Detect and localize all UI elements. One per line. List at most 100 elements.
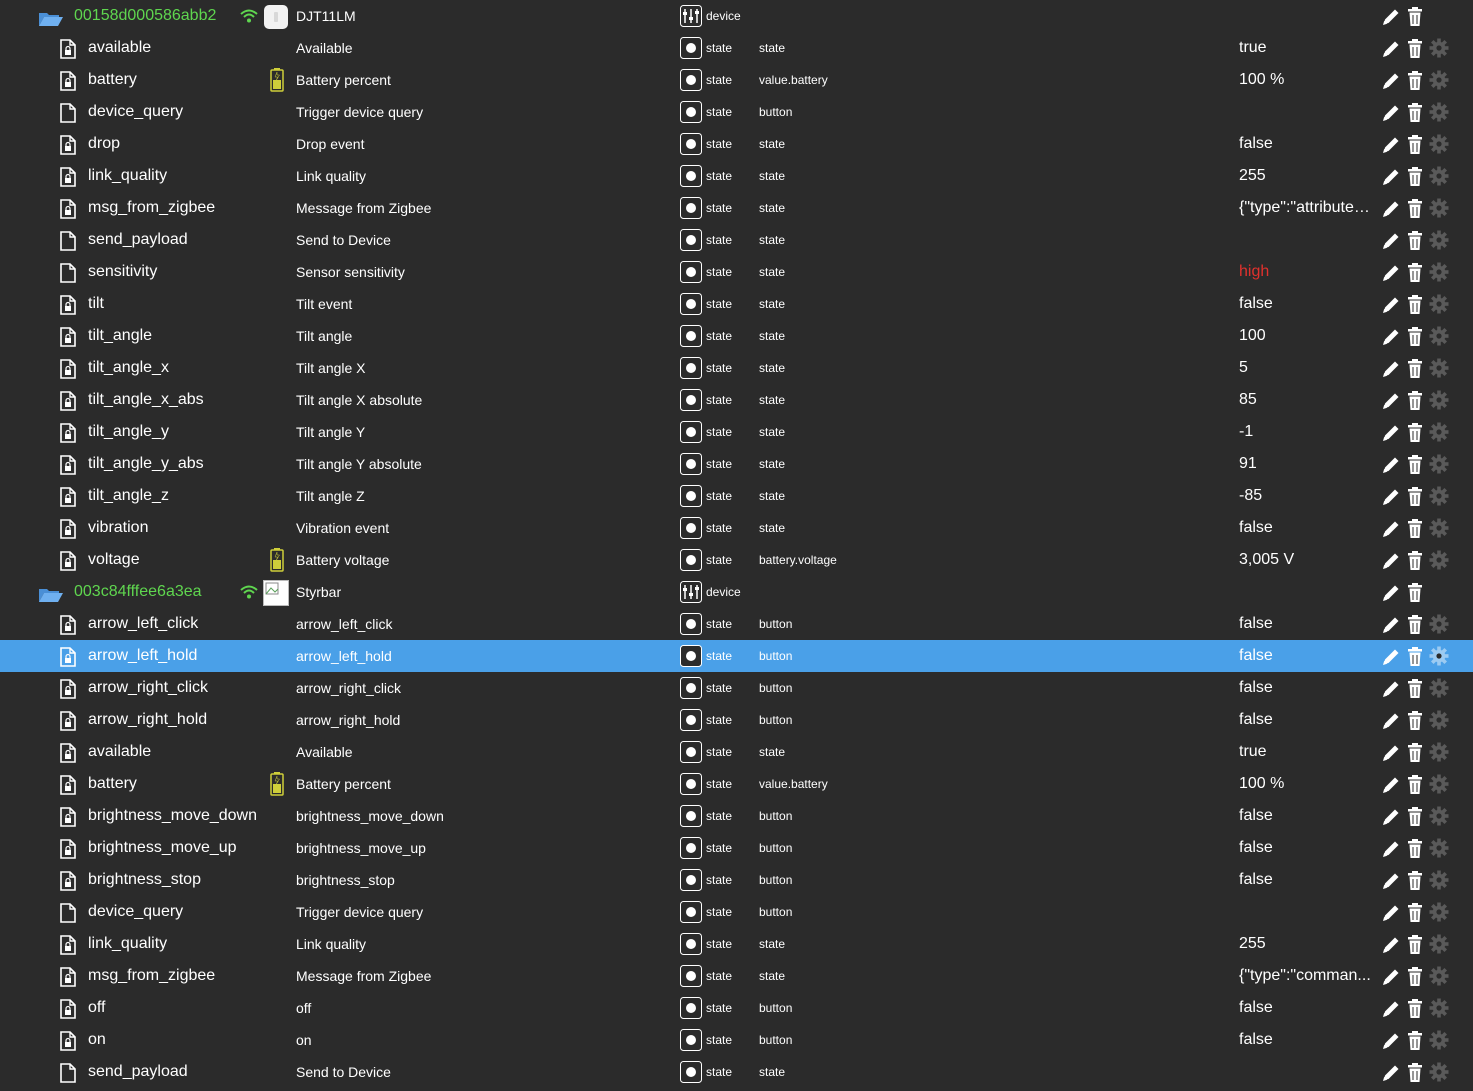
- state-value[interactable]: 3,005 V: [1239, 544, 1294, 576]
- gear-icon[interactable]: [1429, 262, 1449, 282]
- state-row[interactable]: arrow_right_hold arrow_right_hold state …: [0, 704, 1473, 736]
- gear-icon[interactable]: [1429, 230, 1449, 250]
- gear-icon[interactable]: [1429, 646, 1449, 666]
- pencil-icon[interactable]: [1381, 135, 1401, 155]
- state-row[interactable]: tilt_angle_x Tilt angle X state state 5: [0, 352, 1473, 384]
- state-value[interactable]: false: [1239, 800, 1273, 832]
- trash-icon[interactable]: [1406, 423, 1424, 443]
- state-row[interactable]: tilt_angle_z Tilt angle Z state state -8…: [0, 480, 1473, 512]
- state-id[interactable]: on: [88, 1024, 106, 1056]
- state-value[interactable]: false: [1239, 704, 1273, 736]
- state-value[interactable]: false: [1239, 1024, 1273, 1056]
- trash-icon[interactable]: [1406, 391, 1424, 411]
- trash-icon[interactable]: [1406, 359, 1424, 379]
- state-id[interactable]: off: [88, 992, 106, 1024]
- trash-icon[interactable]: [1406, 615, 1424, 635]
- trash-icon[interactable]: [1406, 679, 1424, 699]
- state-row[interactable]: msg_from_zigbee Message from Zigbee stat…: [0, 192, 1473, 224]
- state-value[interactable]: true: [1239, 736, 1267, 768]
- pencil-icon[interactable]: [1381, 231, 1401, 251]
- pencil-icon[interactable]: [1381, 935, 1401, 955]
- pencil-icon[interactable]: [1381, 679, 1401, 699]
- pencil-icon[interactable]: [1381, 455, 1401, 475]
- state-row[interactable]: device_query Trigger device query state …: [0, 896, 1473, 928]
- state-row[interactable]: available Available state state true: [0, 736, 1473, 768]
- state-value[interactable]: false: [1239, 832, 1273, 864]
- state-id[interactable]: brightness_move_down: [88, 800, 257, 832]
- trash-icon[interactable]: [1406, 1031, 1424, 1051]
- state-id[interactable]: vibration: [88, 512, 148, 544]
- trash-icon[interactable]: [1406, 711, 1424, 731]
- gear-icon[interactable]: [1429, 486, 1449, 506]
- state-id[interactable]: tilt_angle: [88, 320, 152, 352]
- trash-icon[interactable]: [1406, 103, 1424, 123]
- state-id[interactable]: available: [88, 736, 151, 768]
- state-id[interactable]: arrow_left_hold: [88, 640, 197, 672]
- trash-icon[interactable]: [1406, 839, 1424, 859]
- state-row[interactable]: link_quality Link quality state state 25…: [0, 160, 1473, 192]
- state-row[interactable]: link_quality Link quality state state 25…: [0, 928, 1473, 960]
- state-id[interactable]: drop: [88, 128, 120, 160]
- trash-icon[interactable]: [1406, 167, 1424, 187]
- gear-icon[interactable]: [1429, 70, 1449, 90]
- trash-icon[interactable]: [1406, 455, 1424, 475]
- pencil-icon[interactable]: [1381, 839, 1401, 859]
- trash-icon[interactable]: [1406, 807, 1424, 827]
- pencil-icon[interactable]: [1381, 39, 1401, 59]
- trash-icon[interactable]: [1406, 199, 1424, 219]
- gear-icon[interactable]: [1429, 998, 1449, 1018]
- pencil-icon[interactable]: [1381, 391, 1401, 411]
- state-row[interactable]: tilt_angle_x_abs Tilt angle X absolute s…: [0, 384, 1473, 416]
- gear-icon[interactable]: [1429, 38, 1449, 58]
- device-id[interactable]: 00158d000586abb2: [74, 0, 216, 32]
- pencil-icon[interactable]: [1381, 359, 1401, 379]
- pencil-icon[interactable]: [1381, 327, 1401, 347]
- state-id[interactable]: link_quality: [88, 160, 167, 192]
- gear-icon[interactable]: [1429, 742, 1449, 762]
- state-row[interactable]: send_payload Send to Device state state: [0, 1056, 1473, 1088]
- state-value[interactable]: 255: [1239, 160, 1266, 192]
- device-id[interactable]: 003c84fffee6a3ea: [74, 576, 202, 608]
- state-row[interactable]: on on state button false: [0, 1024, 1473, 1056]
- state-row[interactable]: arrow_left_click arrow_left_click state …: [0, 608, 1473, 640]
- trash-icon[interactable]: [1406, 583, 1424, 603]
- pencil-icon[interactable]: [1381, 711, 1401, 731]
- pencil-icon[interactable]: [1381, 1031, 1401, 1051]
- state-row[interactable]: off off state button false: [0, 992, 1473, 1024]
- gear-icon[interactable]: [1429, 390, 1449, 410]
- pencil-icon[interactable]: [1381, 263, 1401, 283]
- trash-icon[interactable]: [1406, 231, 1424, 251]
- trash-icon[interactable]: [1406, 647, 1424, 667]
- state-row[interactable]: arrow_right_click arrow_right_click stat…: [0, 672, 1473, 704]
- gear-icon[interactable]: [1429, 358, 1449, 378]
- state-value[interactable]: false: [1239, 512, 1273, 544]
- trash-icon[interactable]: [1406, 7, 1424, 27]
- state-id[interactable]: link_quality: [88, 928, 167, 960]
- state-id[interactable]: brightness_stop: [88, 864, 201, 896]
- pencil-icon[interactable]: [1381, 551, 1401, 571]
- trash-icon[interactable]: [1406, 775, 1424, 795]
- pencil-icon[interactable]: [1381, 7, 1401, 27]
- state-row[interactable]: brightness_move_up brightness_move_up st…: [0, 832, 1473, 864]
- gear-icon[interactable]: [1429, 166, 1449, 186]
- trash-icon[interactable]: [1406, 743, 1424, 763]
- state-id[interactable]: arrow_left_click: [88, 608, 198, 640]
- gear-icon[interactable]: [1429, 966, 1449, 986]
- pencil-icon[interactable]: [1381, 583, 1401, 603]
- state-row[interactable]: tilt_angle_y_abs Tilt angle Y absolute s…: [0, 448, 1473, 480]
- state-row[interactable]: tilt_angle Tilt angle state state 100: [0, 320, 1473, 352]
- state-id[interactable]: device_query: [88, 896, 183, 928]
- state-value[interactable]: 100: [1239, 320, 1266, 352]
- trash-icon[interactable]: [1406, 327, 1424, 347]
- state-row[interactable]: msg_from_zigbee Message from Zigbee stat…: [0, 960, 1473, 992]
- pencil-icon[interactable]: [1381, 487, 1401, 507]
- state-value[interactable]: false: [1239, 672, 1273, 704]
- state-row[interactable]: vibration Vibration event state state fa…: [0, 512, 1473, 544]
- state-value[interactable]: false: [1239, 992, 1273, 1024]
- device-row[interactable]: 00158d000586abb2 DJT11LM device: [0, 0, 1473, 32]
- state-row[interactable]: brightness_stop brightness_stop state bu…: [0, 864, 1473, 896]
- state-id[interactable]: tilt: [88, 288, 104, 320]
- gear-icon[interactable]: [1429, 422, 1449, 442]
- state-id[interactable]: msg_from_zigbee: [88, 192, 215, 224]
- pencil-icon[interactable]: [1381, 103, 1401, 123]
